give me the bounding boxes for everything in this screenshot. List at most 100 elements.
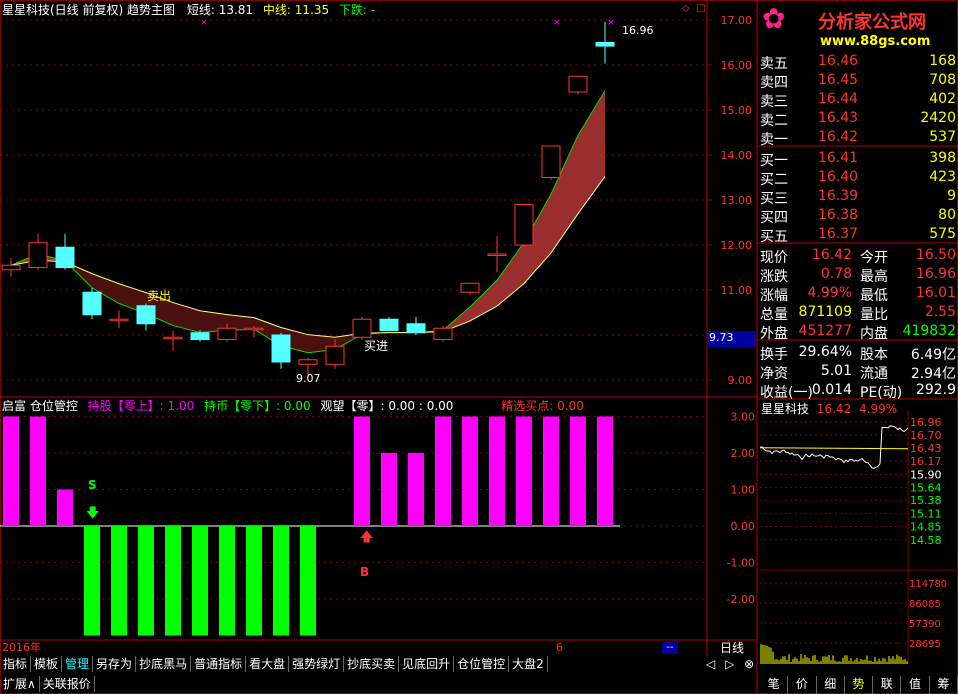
- watermark-url: www.88gs.com: [820, 34, 931, 49]
- ask-row[interactable]: 卖五 16.46 168: [760, 52, 958, 72]
- position-bar: [57, 489, 73, 526]
- tab-5[interactable]: 普通指标: [191, 656, 247, 672]
- period-label[interactable]: 日线: [720, 641, 744, 655]
- bid-row[interactable]: 买二 16.40 423: [760, 168, 958, 188]
- ask-row[interactable]: 卖一 16.42 537: [760, 128, 958, 148]
- candle: [514, 204, 534, 248]
- stat-label: 换手: [760, 347, 788, 363]
- sub-chart-title: 启富 仓位管控: [2, 399, 78, 413]
- ask-row[interactable]: 卖二 16.43 2420: [760, 109, 958, 129]
- collapse-button[interactable]: --: [662, 642, 678, 654]
- month-label: 6: [556, 641, 563, 654]
- candle-body: [1, 264, 21, 271]
- scroll-left-icon[interactable]: ◁: [706, 657, 715, 671]
- position-bar: [597, 416, 613, 526]
- candle-body: [298, 359, 318, 365]
- indicator-tabbar: 指标 模板 管理 另存为 抄底黑马 普通指标 看大盘 强势绿灯 抄底买卖 见底回升 仓位管控 大盘2: [0, 656, 548, 674]
- sell-s-label: S: [88, 478, 97, 492]
- mini-vol-tick: 114780: [909, 579, 947, 590]
- quote-tab-4[interactable]: 联: [873, 676, 902, 694]
- ask-row[interactable]: 卖四 16.45 708: [760, 71, 958, 91]
- close-icon[interactable]: ⊗: [744, 657, 754, 671]
- price-tick-label: 12.00: [721, 239, 753, 252]
- tab-0[interactable]: 指标: [0, 656, 32, 672]
- sub-tick-label: -2.00: [727, 593, 755, 606]
- position-bar: [570, 416, 586, 526]
- tab-7[interactable]: 强势绿灯: [289, 656, 345, 672]
- diamond-icon[interactable]: ◇: [682, 2, 690, 16]
- stat-value: 16.96: [915, 266, 956, 282]
- candle-body: [325, 345, 345, 365]
- stat-label: 涨幅: [760, 288, 788, 304]
- quote-tab-5[interactable]: 值: [901, 676, 930, 694]
- stat-value: 29.64%: [798, 344, 852, 360]
- position-bar: [219, 526, 235, 636]
- tab-9[interactable]: 见底回升: [399, 656, 455, 672]
- bottom-button-0[interactable]: 扩展∧: [0, 676, 40, 692]
- quote-tab-3[interactable]: 势: [845, 676, 874, 694]
- sub-tick-label: 3.00: [731, 411, 756, 424]
- quote-tab-6[interactable]: 筹: [930, 676, 958, 694]
- row-volume: 9: [947, 188, 956, 204]
- tab-2[interactable]: 管理: [62, 656, 94, 672]
- ask-row[interactable]: 卖三 16.44 402: [760, 90, 958, 110]
- quote-tab-1[interactable]: 价: [788, 676, 817, 694]
- stat-row: 涨跌 0.78 最高 16.96: [760, 265, 958, 285]
- stat-value: 16.01: [915, 285, 956, 301]
- tab-11[interactable]: 大盘2: [509, 656, 548, 672]
- candle: [541, 145, 561, 180]
- bid-row[interactable]: 买一 16.41 398: [760, 149, 958, 169]
- stat-label: 内盘: [860, 326, 888, 342]
- position-bar: [111, 526, 127, 636]
- tab-4[interactable]: 抄底黑马: [136, 656, 192, 672]
- candle-body: [244, 327, 264, 331]
- scroll-right-icon[interactable]: ▷: [725, 657, 734, 671]
- quote-tab-2[interactable]: 细: [817, 676, 845, 694]
- bottom-button-1[interactable]: 关联报价: [40, 676, 95, 692]
- candle-body: [433, 327, 453, 340]
- mini-price-tick: 16.96: [910, 416, 942, 429]
- scroll-buttons[interactable]: ◁ ▷ ⊗: [706, 657, 754, 671]
- tab-6[interactable]: 看大盘: [246, 656, 290, 672]
- tab-3[interactable]: 另存为: [93, 656, 137, 672]
- price-tick-label: 14.00: [721, 149, 753, 162]
- sub-tick-label: 1.00: [731, 484, 756, 497]
- year-label: 2016年: [2, 641, 41, 654]
- bid-row[interactable]: 买四 16.38 80: [760, 206, 958, 226]
- sub-axis: 3.00 2.00 1.00 0.00 -1.00 -2.00: [727, 411, 755, 607]
- stat-label: 现价: [760, 250, 788, 266]
- down-arrow-icon: 🡇: [86, 506, 100, 521]
- candle-body: [82, 291, 102, 316]
- stat-row: 外盘 451277 内盘 419832: [760, 322, 958, 342]
- mini-price-tick: 15.38: [910, 494, 942, 507]
- stat-label: 量比: [860, 307, 888, 323]
- quote-panel-tabs: 笔价细势联值筹: [760, 676, 958, 694]
- tab-8[interactable]: 抄底买卖: [344, 656, 400, 672]
- stat-row: 涨幅 4.99% 最低 16.01: [760, 284, 958, 304]
- mini-price-tick: 15.90: [910, 468, 942, 481]
- candle: [136, 303, 156, 331]
- pick-point-label: 精选买点: 0.00: [501, 399, 584, 413]
- chart-header: 星星科技(日线 前复权) 趋势主图 短线: 13.81 中线: 11.35 下跌…: [2, 3, 375, 17]
- stat-row: 收益(一) 0.014 PE(动) 292.9: [760, 381, 958, 401]
- row-price: 16.43: [818, 110, 859, 126]
- sub-tick-label: -1.00: [727, 557, 755, 570]
- bid-row[interactable]: 买三 16.39 9: [760, 187, 958, 207]
- candle: [82, 287, 102, 320]
- quote-tab-0[interactable]: 笔: [760, 676, 789, 694]
- mini-vol-tick: 28695: [909, 639, 941, 650]
- candle-body: [541, 145, 561, 178]
- watch-label: 观望【零】: 0.00 : 0.00: [320, 399, 454, 413]
- stat-label: 流通: [860, 366, 888, 382]
- bid-row[interactable]: 买五 16.37 575: [760, 225, 958, 245]
- tab-10[interactable]: 仓位管控: [454, 656, 510, 672]
- square-icon[interactable]: □: [696, 2, 705, 16]
- stat-value: 871109: [798, 304, 852, 320]
- row-price: 16.46: [818, 53, 859, 69]
- position-bar: [300, 526, 316, 636]
- mini-price-tick: 16.43: [910, 442, 942, 455]
- mini-price-tick: 14.85: [910, 520, 942, 533]
- row-price: 16.42: [818, 129, 859, 145]
- candle-body: [163, 336, 183, 340]
- tab-1[interactable]: 模板: [31, 656, 63, 672]
